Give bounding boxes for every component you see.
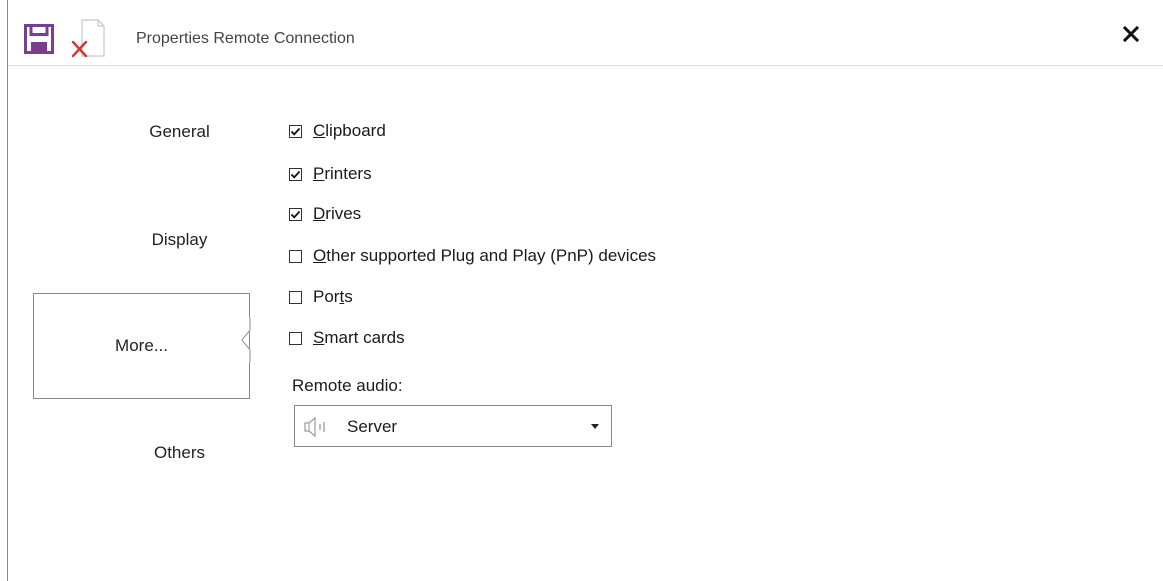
option-label: Smart cards — [313, 328, 405, 347]
nav-item-more[interactable] — [33, 293, 250, 399]
clipboard-checkbox[interactable]: Clipboard — [289, 120, 386, 142]
option-label: Drives — [313, 204, 362, 223]
ports-checkbox[interactable]: Ports — [289, 286, 353, 308]
option-label: Other supported Plug and Play (PnP) devi… — [313, 246, 657, 265]
nav-item-display[interactable]: Display — [72, 230, 287, 250]
checkbox-icon — [289, 167, 302, 181]
chevron-down-icon — [591, 424, 599, 429]
window-title: Properties Remote Connection — [136, 30, 355, 47]
drives-checkbox[interactable]: Drives — [289, 203, 361, 225]
discard-icon[interactable] — [70, 18, 106, 58]
properties-window: Properties Remote Connection General Dis… — [7, 0, 1163, 581]
checkbox-icon — [289, 124, 302, 138]
pnp-devices-checkbox[interactable]: Other supported Plug and Play (PnP) devi… — [289, 245, 656, 267]
printers-checkbox[interactable]: Printers — [289, 163, 372, 185]
close-icon[interactable] — [1119, 22, 1143, 46]
nav-item-general[interactable]: General — [72, 122, 287, 142]
option-label: Ports — [313, 287, 353, 306]
option-label: Printers — [313, 164, 372, 183]
checkbox-icon — [289, 331, 302, 345]
option-label: Clipboard — [313, 121, 386, 140]
selection-pointer — [232, 318, 251, 362]
smart-cards-checkbox[interactable]: Smart cards — [289, 327, 405, 349]
checkbox-icon — [289, 249, 302, 263]
checkbox-icon — [289, 207, 302, 221]
remote-audio-value: Server — [347, 417, 398, 436]
save-icon[interactable] — [24, 24, 54, 54]
remote-audio-label: Remote audio: — [292, 376, 403, 395]
remote-audio-select[interactable]: Server — [294, 405, 612, 447]
speaker-icon — [304, 416, 325, 438]
checkbox-icon — [289, 290, 302, 304]
title-bar: Properties Remote Connection — [8, 0, 1163, 66]
nav-item-others[interactable]: Others — [72, 443, 287, 463]
